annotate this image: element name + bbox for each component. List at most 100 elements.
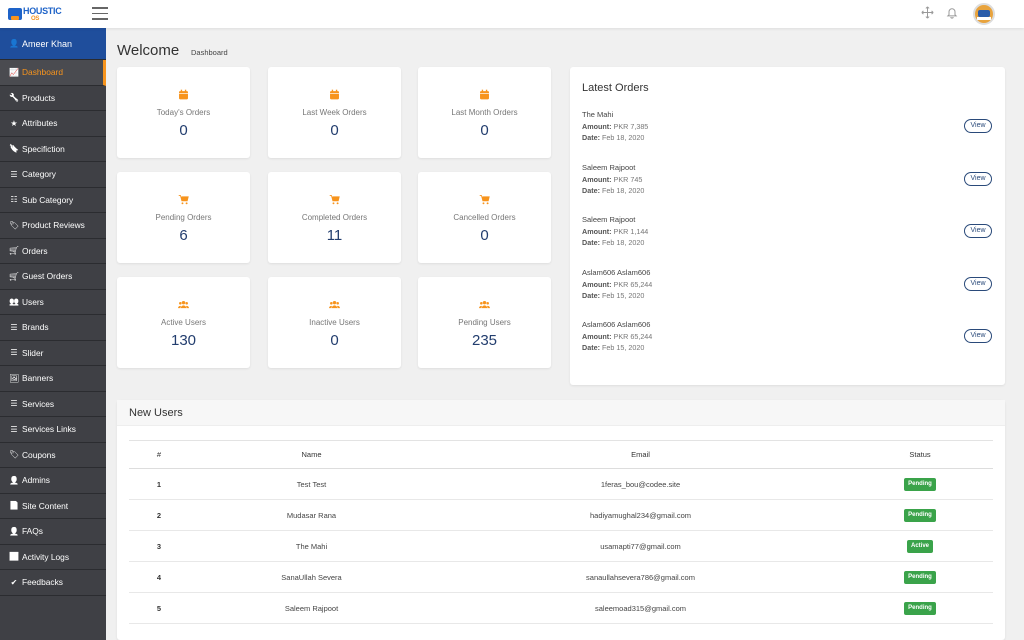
sidebar-item-label: FAQs	[22, 526, 43, 537]
menu-toggle-icon[interactable]	[92, 7, 108, 20]
column-header: Email	[434, 440, 847, 469]
order-date: Date: Feb 18, 2020	[582, 133, 645, 142]
user-email: saleemoad315@gmail.com	[434, 592, 847, 624]
stat-card-last-week-orders[interactable]: Last Week Orders 0	[268, 67, 401, 158]
sidebar-item-admins[interactable]: 👤 Admins	[0, 468, 106, 494]
view-order-button[interactable]: View	[964, 276, 992, 291]
view-order-button[interactable]: View	[964, 224, 992, 238]
users-icon: 👥	[9, 297, 19, 307]
sidebar-item-brands[interactable]: ☰ Brands	[0, 315, 106, 341]
sidebar-item-sub-category[interactable]: ☷ Sub Category	[0, 188, 106, 213]
stat-label: Cancelled Orders	[453, 213, 516, 222]
stat-card-today-s-orders[interactable]: Today's Orders 0	[117, 67, 250, 158]
stat-label: Pending Orders	[155, 213, 212, 222]
sidebar-item-coupons[interactable]: 🏷 Coupons	[0, 443, 106, 468]
user-status-cell: Pending	[847, 592, 993, 624]
stat-value: 0	[330, 122, 339, 139]
logo-text: HOUSTIC OS	[23, 5, 62, 22]
cart-icon: 🛒	[9, 271, 19, 281]
list-icon: ☰	[10, 399, 18, 409]
sidebar-item-label: Attributes	[22, 118, 58, 129]
sidebar-item-banners[interactable]: 🖼 Banners	[0, 366, 106, 392]
stat-label: Last Month Orders	[451, 108, 518, 117]
fullscreen-icon[interactable]	[920, 6, 934, 20]
stat-card-inactive-users[interactable]: Inactive Users 0	[268, 277, 401, 368]
file-icon: 📄	[9, 501, 19, 511]
sidebar-item-faqs[interactable]: 👤 FAQs	[0, 519, 106, 545]
app-logo[interactable]: HOUSTIC OS	[8, 5, 62, 22]
user-name: Saleem Rajpoot	[189, 592, 434, 624]
sidebar-item-attributes[interactable]: ★ Attributes	[0, 111, 106, 137]
sidebar-user-name: Ameer Khan	[22, 38, 73, 49]
chart-line-icon: 📈	[9, 552, 19, 562]
top-bar: HOUSTIC OS	[0, 0, 1024, 28]
order-item: The Mahi Amount: PKR 7,385 Date: Feb 18, 2…	[582, 110, 992, 146]
calendar-icon	[117, 87, 250, 100]
sidebar-item-users[interactable]: 👥 Users	[0, 290, 106, 315]
sidebar-item-product-reviews[interactable]: 🏷 Product Reviews	[0, 213, 106, 239]
status-badge: Pending	[904, 601, 936, 615]
sidebar-item-specifiction[interactable]: 🔖 Specifiction	[0, 137, 106, 162]
stat-card-cancelled-orders[interactable]: Cancelled Orders 0	[418, 172, 551, 263]
sidebar-item-label: Services Links	[22, 424, 76, 435]
sidebar-item-category[interactable]: ☰ Category	[0, 162, 106, 188]
view-order-button[interactable]: View	[964, 171, 992, 186]
sidebar-item-orders[interactable]: 🛒 Orders	[0, 239, 106, 264]
user-name: SanaUllah Severa	[189, 561, 434, 593]
user-status-cell: Pending	[847, 561, 993, 593]
table-row[interactable]: 1 Test Test 1feras_bou@codee.site Pending	[129, 468, 993, 500]
status-badge: Active	[906, 539, 933, 553]
sidebar-item-label: Sub Category	[22, 194, 74, 205]
sidebar-item-services[interactable]: ☰ Services	[0, 392, 106, 417]
sidebar-item-dashboard[interactable]: 📈 Dashboard	[0, 60, 106, 86]
user-status-cell: Active	[847, 530, 993, 562]
stat-card-pending-orders[interactable]: Pending Orders 6	[117, 172, 250, 263]
view-order-button[interactable]: View	[964, 329, 992, 343]
stat-label: Last Week Orders	[302, 108, 367, 117]
sidebar-item-slider[interactable]: ☰ Slider	[0, 341, 106, 366]
user-email: sanaullahsevera786@gmail.com	[434, 561, 847, 593]
table-row[interactable]: 5 Saleem Rajpoot saleemoad315@gmail.com Pen…	[129, 592, 993, 624]
sidebar-item-feedbacks[interactable]: ✔ Feedbacks	[0, 570, 106, 596]
order-customer-name: Aslam606 Aslam606	[582, 267, 651, 277]
sitemap-icon: ☷	[10, 195, 18, 205]
stat-card-completed-orders[interactable]: Completed Orders 11	[268, 172, 401, 263]
table-row[interactable]: 3 The Mahi usamapti77@gmail.com Active	[129, 530, 993, 562]
wrench-icon: 🔧	[9, 93, 19, 103]
table-row[interactable]: 4 SanaUllah Severa sanaullahsevera786@gmai…	[129, 561, 993, 593]
breadcrumb[interactable]: Dashboard	[191, 48, 228, 57]
table-row[interactable]: 2 Mudasar Rana hadiyamughal234@gmail.com Pe…	[129, 499, 993, 531]
sidebar-item-activity-logs[interactable]: 📈 Activity Logs	[0, 545, 106, 570]
stat-label: Today's Orders	[156, 108, 211, 117]
stat-card-active-users[interactable]: Active Users 130	[117, 277, 250, 368]
latest-orders-title: Latest Orders	[582, 82, 649, 94]
user-name: The Mahi	[189, 530, 434, 562]
sidebar-item-products[interactable]: 🔧 Products	[0, 86, 106, 111]
sidebar-item-label: Banners	[22, 373, 54, 384]
stat-card-last-month-orders[interactable]: Last Month Orders 0	[418, 67, 551, 158]
user-icon: 👤	[9, 39, 19, 48]
order-item: Saleem Rajpoot Amount: PKR 1,144 Date: Feb…	[582, 215, 992, 251]
sidebar-item-services-links[interactable]: ☰ Services Links	[0, 417, 106, 443]
notification-bell-icon[interactable]	[945, 6, 959, 20]
tag-icon: 🏷	[9, 450, 20, 460]
sidebar-user[interactable]: 👤 Ameer Khan	[0, 28, 106, 60]
user-number: 5	[129, 592, 189, 624]
logo-mark	[8, 8, 22, 20]
image-icon: 🖼	[9, 373, 20, 383]
sidebar-item-site-content[interactable]: 📄 Site Content	[0, 494, 106, 519]
stat-value: 0	[480, 227, 489, 244]
table-header-row: # Name Email Status	[129, 440, 993, 469]
sidebar-item-label: Site Content	[22, 500, 69, 511]
user-email: hadiyamughal234@gmail.com	[434, 499, 847, 531]
user-number: 3	[129, 530, 189, 562]
stat-card-pending-users[interactable]: Pending Users 235	[418, 277, 551, 368]
sidebar-item-label: Products	[22, 92, 56, 103]
user-avatar[interactable]	[973, 3, 995, 25]
sidebar-item-guest-orders[interactable]: 🛒 Guest Orders	[0, 264, 106, 290]
bookmark-icon: 🔖	[9, 144, 19, 154]
sidebar-item-label: Guest Orders	[22, 271, 73, 282]
order-amount: Amount: PKR 745	[582, 174, 643, 184]
view-order-button[interactable]: View	[964, 119, 992, 133]
user-plus-icon: 👤	[9, 475, 19, 485]
